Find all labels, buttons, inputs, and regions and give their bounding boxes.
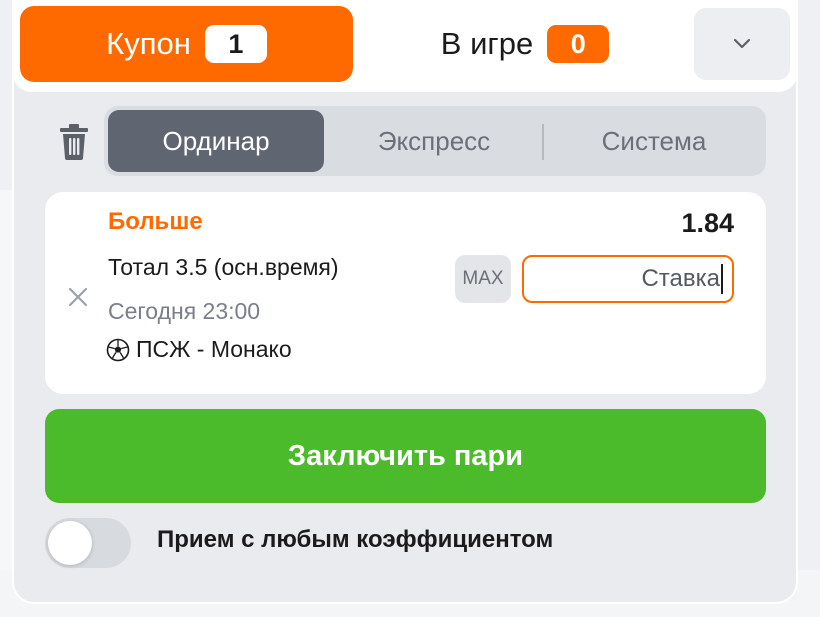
tab-live[interactable]: В игре 0 xyxy=(380,6,670,82)
tab-live-label: В игре xyxy=(440,26,534,61)
tab-single[interactable]: Ординар xyxy=(108,110,324,172)
stake-input[interactable] xyxy=(522,255,734,303)
event-name: ПСЖ - Монако xyxy=(106,336,292,363)
live-count-badge: 0 xyxy=(547,25,610,63)
accept-any-odds-toggle[interactable] xyxy=(45,518,131,568)
accept-any-odds-label: Прием с любым коэффициентом xyxy=(157,526,554,553)
soccer-ball-icon xyxy=(106,338,130,361)
tab-coupon-label: Купон xyxy=(106,26,191,61)
tab-system[interactable]: Система xyxy=(546,110,762,172)
coupon-count-badge: 1 xyxy=(204,25,267,63)
chevron-down-icon xyxy=(733,38,751,49)
tab-express[interactable]: Экспресс xyxy=(328,110,540,172)
max-stake-button[interactable]: MAX xyxy=(455,255,511,303)
close-icon xyxy=(68,287,88,307)
tab-coupon[interactable]: Купон 1 xyxy=(20,6,353,82)
event-name-text: ПСЖ - Монако xyxy=(136,336,292,362)
bet-card: Больше 1.84 Тотал 3.5 (осн.время) Сегодн… xyxy=(45,192,766,394)
background-strip xyxy=(0,190,12,570)
segment-divider xyxy=(542,124,544,160)
text-caret xyxy=(721,264,723,294)
bet-type-selector: Ординар Экспресс Система xyxy=(104,106,766,176)
bet-outcome: Больше xyxy=(108,208,203,235)
collapse-button[interactable] xyxy=(694,8,790,80)
place-bet-button[interactable]: Заключить пари xyxy=(45,409,766,503)
remove-bet-button[interactable] xyxy=(63,282,93,312)
toggle-knob xyxy=(48,521,92,565)
bet-odds: 1.84 xyxy=(681,208,734,238)
bet-market: Тотал 3.5 (осн.время) xyxy=(108,254,339,280)
event-time: Сегодня 23:00 xyxy=(108,298,261,324)
trash-icon xyxy=(60,124,88,160)
clear-coupon-button[interactable] xyxy=(56,122,92,162)
